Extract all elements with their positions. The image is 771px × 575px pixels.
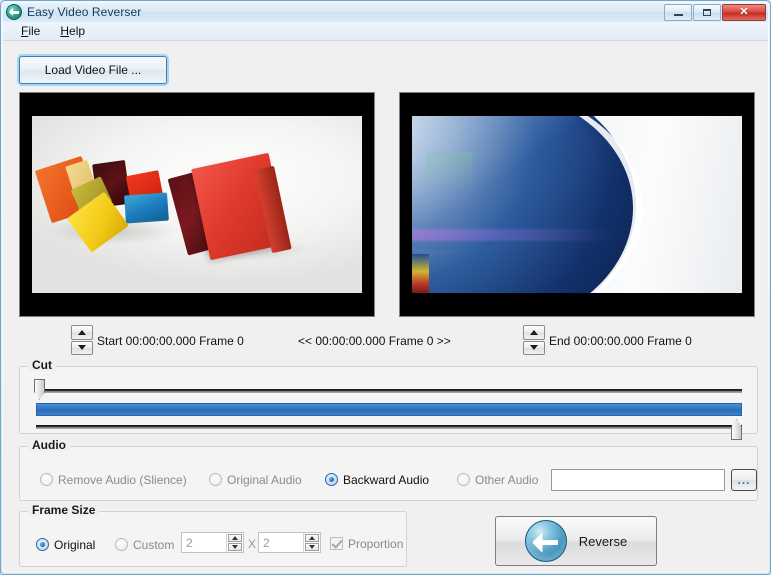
other-audio-path-input[interactable] <box>551 469 725 491</box>
cut-group: Cut <box>19 359 758 440</box>
triangle-up-icon <box>232 536 238 540</box>
frame-width-decrease[interactable] <box>228 543 242 551</box>
radio-indicator <box>40 473 53 486</box>
radio-remove-audio-label: Remove Audio (Slience) <box>58 472 187 487</box>
triangle-up-icon <box>530 329 538 335</box>
frame-height-increase[interactable] <box>305 534 319 542</box>
radio-other-audio[interactable]: Other Audio <box>457 473 538 486</box>
cut-end-track[interactable] <box>36 425 742 429</box>
radio-indicator-selected <box>36 538 49 551</box>
frame-size-group-legend: Frame Size <box>28 504 100 516</box>
frame-height-decrease[interactable] <box>305 543 319 551</box>
radio-original-audio-label: Original Audio <box>227 472 302 487</box>
minimize-icon <box>673 14 683 16</box>
sphere-edge-crescent <box>412 116 643 293</box>
back-arrow-circle-icon <box>6 4 22 20</box>
cut-group-legend: Cut <box>28 359 56 371</box>
browse-audio-button[interactable]: ... <box>731 469 757 491</box>
window-title: Easy Video Reverser <box>27 5 142 19</box>
dimension-separator: X <box>248 537 257 551</box>
audio-group: Audio Remove Audio (Slience) Original Au… <box>19 439 758 501</box>
end-time-stepper[interactable] <box>523 325 545 355</box>
minimize-button[interactable] <box>664 3 692 21</box>
start-time-stepper[interactable] <box>71 325 93 355</box>
triangle-down-icon <box>78 345 86 351</box>
end-time-label: End 00:00:00.000 Frame 0 <box>549 334 692 348</box>
title-bar[interactable]: Easy Video Reverser ✕ <box>2 2 769 22</box>
source-video-preview[interactable] <box>19 92 375 317</box>
cut-end-thumb[interactable] <box>731 419 742 440</box>
chromatic-sliver <box>412 253 429 293</box>
start-decrease-button[interactable] <box>71 340 93 355</box>
triangle-down-icon <box>232 545 238 549</box>
window-controls: ✕ <box>664 2 769 22</box>
frame-width-increase[interactable] <box>228 534 242 542</box>
radio-other-audio-label: Other Audio <box>475 472 539 487</box>
menu-item-file[interactable]: File <box>11 22 50 40</box>
checkbox-proportion[interactable]: Proportion <box>330 537 403 550</box>
triangle-up-icon <box>78 329 86 335</box>
book-blue <box>123 192 169 224</box>
radio-indicator <box>115 538 128 551</box>
start-time-label: Start 00:00:00.000 Frame 0 <box>97 334 244 348</box>
end-increase-button[interactable] <box>523 325 545 340</box>
maximize-button[interactable] <box>693 3 721 21</box>
radio-frame-custom[interactable]: Custom <box>115 538 174 551</box>
radio-backward-audio[interactable]: Backward Audio <box>325 473 429 486</box>
menu-bar: File Help <box>3 22 768 41</box>
checkbox-proportion-label: Proportion <box>348 536 404 551</box>
reversed-video-preview[interactable] <box>399 92 755 317</box>
client-area: Load Video File ... Start 00:00:00.000 F… <box>3 41 768 572</box>
cut-start-thumb[interactable] <box>34 379 45 400</box>
frame-size-group: Frame Size Original Custom 2 X 2 Proport… <box>19 504 407 567</box>
close-icon: ✕ <box>739 5 749 18</box>
triangle-down-icon <box>309 545 315 549</box>
maximize-icon <box>703 8 711 16</box>
audio-group-legend: Audio <box>28 439 70 451</box>
reverse-button-label: Reverse <box>578 533 628 549</box>
radio-indicator-selected <box>325 473 338 486</box>
reverse-arrow-circle-icon <box>524 520 567 562</box>
application-window: Easy Video Reverser ✕ File Help Load Vid… <box>0 0 771 575</box>
green-tint-sliver <box>425 151 472 191</box>
radio-frame-original[interactable]: Original <box>36 538 95 551</box>
frame-width-stepper[interactable]: 2 <box>181 532 244 553</box>
frame-height-stepper[interactable]: 2 <box>258 532 321 553</box>
triangle-up-icon <box>309 536 315 540</box>
radio-frame-custom-label: Custom <box>133 537 175 552</box>
close-button[interactable]: ✕ <box>722 3 766 21</box>
start-increase-button[interactable] <box>71 325 93 340</box>
reversed-video-frame <box>412 116 742 293</box>
lens-flare <box>412 229 617 242</box>
radio-indicator <box>209 473 222 486</box>
end-decrease-button[interactable] <box>523 340 545 355</box>
radio-frame-original-label: Original <box>54 537 96 552</box>
reverse-button[interactable]: Reverse <box>495 516 657 566</box>
load-video-file-button[interactable]: Load Video File ... <box>19 56 167 84</box>
frame-height-value[interactable]: 2 <box>259 533 303 552</box>
radio-indicator <box>457 473 470 486</box>
frame-width-value[interactable]: 2 <box>182 533 226 552</box>
frame-width-arrows <box>226 533 243 552</box>
cut-start-track[interactable] <box>36 389 742 393</box>
checkbox-indicator-checked <box>330 537 343 550</box>
radio-backward-audio-label: Backward Audio <box>343 472 430 487</box>
radio-original-audio[interactable]: Original Audio <box>209 473 302 486</box>
cut-selection-bar <box>36 403 742 416</box>
source-video-frame <box>32 116 362 293</box>
triangle-down-icon <box>530 345 538 351</box>
menu-item-help[interactable]: Help <box>50 22 95 40</box>
current-position-label[interactable]: << 00:00:00.000 Frame 0 >> <box>298 335 451 347</box>
radio-remove-audio[interactable]: Remove Audio (Slience) <box>40 473 187 486</box>
frame-height-arrows <box>303 533 320 552</box>
